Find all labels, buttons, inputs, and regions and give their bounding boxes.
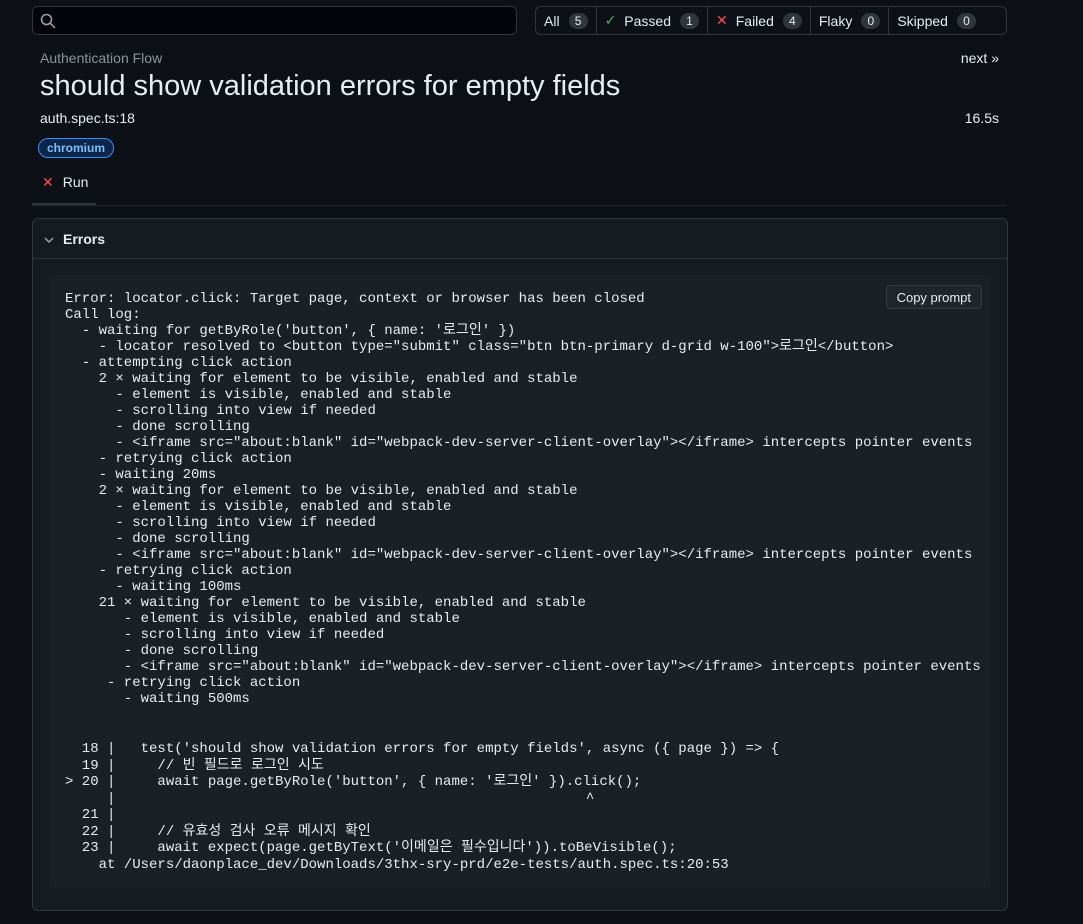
errors-header[interactable]: Errors [33,219,1007,259]
test-location[interactable]: auth.spec.ts:18 [40,110,135,126]
tab-run[interactable]: ✕ Run [32,168,96,205]
next-link[interactable]: next » [961,50,999,66]
search-box[interactable] [32,6,517,35]
x-icon: ✕ [42,174,54,190]
filter-label: Failed [735,12,774,29]
test-duration: 16.5s [964,110,999,126]
filter-label: Passed [624,12,671,29]
check-icon: ✓ [604,12,617,28]
chevron-down-icon [43,233,55,245]
error-message: Error: locator.click: Target page, conte… [65,291,981,707]
filter-flaky[interactable]: Flaky 0 [811,7,890,34]
errors-panel: Errors Copy prompt Error: locator.click:… [32,218,1008,911]
error-code-snippet: 18 | test('should show validation errors… [65,741,780,873]
x-icon: ✕ [716,12,728,28]
filter-skipped[interactable]: Skipped 0 [889,7,984,34]
filter-all[interactable]: All 5 [536,7,597,34]
tabs-divider [32,205,1007,206]
filter-label: Flaky [818,12,853,29]
project-badge[interactable]: chromium [38,138,115,158]
errors-title: Errors [63,230,106,247]
error-message-box: Copy prompt Error: locator.click: Target… [49,275,991,888]
filter-passed[interactable]: ✓ Passed 1 [597,7,708,34]
filter-label: All [544,12,560,29]
status-filter-bar: All 5 ✓ Passed 1 ✕ Failed 4 Flaky 0 Skip… [535,6,1007,35]
breadcrumb[interactable]: Authentication Flow [40,50,162,66]
filter-label: Skipped [897,12,948,29]
filter-count: 1 [680,12,699,29]
filter-failed[interactable]: ✕ Failed 4 [708,7,811,34]
filter-count: 0 [861,12,881,29]
search-input[interactable] [63,9,512,33]
filter-count: 5 [568,12,588,29]
search-icon [40,13,56,29]
filter-count: 4 [782,12,802,29]
tab-label: Run [62,174,89,190]
page-title: should show validation errors for empty … [40,70,621,102]
filter-count: 0 [956,12,976,29]
